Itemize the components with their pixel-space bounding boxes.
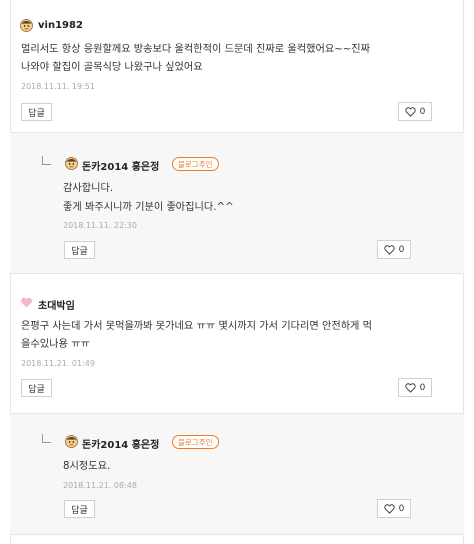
comment-divider xyxy=(10,273,464,274)
comment-text-line: 나와야 할집이 골목식당 나왔구나 싶었어요 xyxy=(21,62,203,73)
comment-text-line: 을수있나용 ㅠㅠ xyxy=(21,339,90,350)
reply-button[interactable]: 답글 xyxy=(21,379,52,397)
like-count: 0 xyxy=(398,503,405,514)
reply-text-line: 8시정도요. xyxy=(63,461,111,472)
reply-nickname[interactable]: 돈카2014 홍은정 xyxy=(82,436,159,451)
comment-text-line: 은평구 사는데 가서 못먹을까봐 못가네요 ㅠㅠ 몇시까지 가서 기다리면 안전… xyxy=(21,321,373,332)
reply-date: 2018.11.11. 22:30 xyxy=(63,221,137,230)
reply-indent-icon xyxy=(42,434,51,443)
like-count: 0 xyxy=(419,106,426,117)
heart-outline-icon xyxy=(384,244,395,255)
reply-button[interactable]: 답글 xyxy=(64,500,95,518)
comment-divider xyxy=(10,534,464,535)
like-button[interactable]: 0 xyxy=(398,102,432,121)
like-count: 0 xyxy=(419,382,426,393)
like-count: 0 xyxy=(398,244,405,255)
cartoon-avatar-icon xyxy=(20,19,33,32)
reply-text-line: 좋게 봐주시니까 기분이 좋아집니다.^^ xyxy=(63,202,234,213)
blog-owner-badge: 블로그주인 xyxy=(172,435,219,449)
cartoon-avatar-icon xyxy=(65,157,78,170)
pink-heart-icon xyxy=(21,297,32,308)
reply-indent-icon xyxy=(42,156,51,165)
comment-date: 2018.11.11. 19:51 xyxy=(21,82,95,91)
comment-date: 2018.11.21. 01:49 xyxy=(21,359,95,368)
reply-text-line: 감사합니다. xyxy=(63,183,114,194)
like-button[interactable]: 0 xyxy=(377,240,411,259)
reply-button[interactable]: 답글 xyxy=(21,103,52,121)
like-button[interactable]: 0 xyxy=(377,499,411,518)
comment-nickname[interactable]: vin1982 xyxy=(38,20,83,31)
heart-outline-icon xyxy=(405,106,416,117)
comment-text-line: 멀리서도 항상 응원할께요 방송보다 울컥한적이 드문데 진짜로 울컥했어요~~… xyxy=(21,44,371,55)
blog-owner-badge: 블로그주인 xyxy=(172,157,219,171)
cartoon-avatar-icon xyxy=(65,435,78,448)
reply-button[interactable]: 답글 xyxy=(64,241,95,259)
comment-nickname[interactable]: 초대박임 xyxy=(38,297,75,312)
reply-nickname[interactable]: 돈카2014 홍은정 xyxy=(82,158,159,173)
like-button[interactable]: 0 xyxy=(398,378,432,397)
heart-outline-icon xyxy=(405,382,416,393)
reply-date: 2018.11.21. 08:48 xyxy=(63,481,137,490)
heart-outline-icon xyxy=(384,503,395,514)
